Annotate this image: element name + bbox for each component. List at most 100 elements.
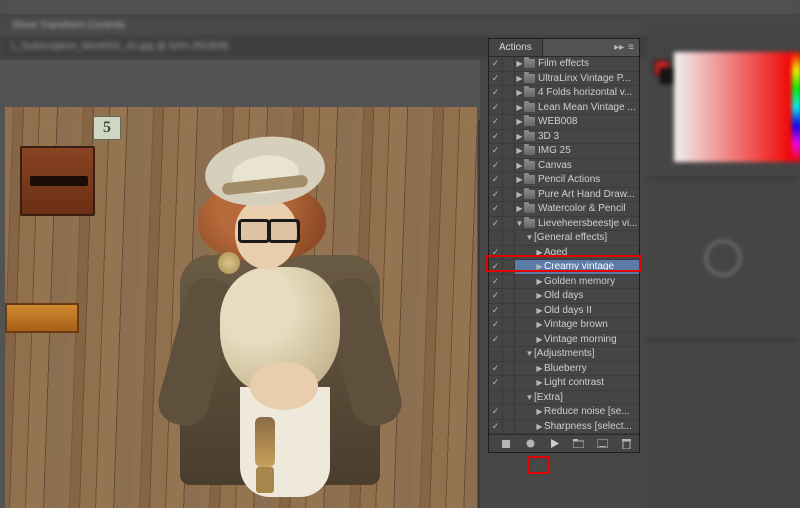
- action-modal-toggle[interactable]: [503, 318, 515, 332]
- twisty-closed-icon[interactable]: ▶: [515, 190, 524, 199]
- action-checkmark[interactable]: ✓: [489, 159, 503, 173]
- action-modal-toggle[interactable]: [503, 115, 515, 129]
- action-checkmark[interactable]: ✓: [489, 246, 503, 260]
- action-body[interactable]: ▶Film effects: [515, 57, 639, 71]
- twisty-open-icon[interactable]: ▼: [515, 219, 524, 228]
- action-checkmark[interactable]: ✓: [489, 362, 503, 376]
- action-checkmark[interactable]: ✓: [489, 217, 503, 231]
- action-modal-toggle[interactable]: [503, 391, 515, 405]
- actions-tab[interactable]: Actions: [489, 39, 543, 56]
- action-row[interactable]: ✓ ▶WEB008: [489, 115, 639, 130]
- action-row[interactable]: ✓▶Old days II: [489, 304, 639, 319]
- action-checkmark[interactable]: [489, 391, 503, 405]
- panel-menu-icon[interactable]: ≡: [628, 42, 634, 53]
- action-row[interactable]: ✓ ▶Blueberry: [489, 362, 639, 377]
- action-checkmark[interactable]: [489, 231, 503, 245]
- action-row[interactable]: ✓ ▶Film effects: [489, 57, 639, 72]
- action-modal-toggle[interactable]: [503, 202, 515, 216]
- canvas[interactable]: 5: [0, 60, 480, 508]
- action-checkmark[interactable]: ✓: [489, 57, 503, 71]
- action-body[interactable]: ▶Blueberry: [515, 362, 639, 376]
- action-checkmark[interactable]: ✓: [489, 115, 503, 129]
- action-row[interactable]: ✓ ▶3D 3: [489, 130, 639, 145]
- action-row[interactable]: ✓▶Pure Art Hand Draw...: [489, 188, 639, 203]
- action-row[interactable]: ✓ ▶Aged: [489, 246, 639, 261]
- action-row[interactable]: ✓ ▶Sharpness [select...: [489, 420, 639, 435]
- action-row[interactable]: ✓ ▶4 Folds horizontal v...: [489, 86, 639, 101]
- action-modal-toggle[interactable]: [503, 101, 515, 115]
- action-body[interactable]: ▶Vintage morning: [515, 333, 639, 347]
- action-row[interactable]: ▼[Extra]: [489, 391, 639, 406]
- action-checkmark[interactable]: ✓: [489, 130, 503, 144]
- actions-panel-menu-icons[interactable]: ▸▸ ≡: [609, 42, 639, 53]
- action-body[interactable]: ▶WEB008: [515, 115, 639, 129]
- action-body[interactable]: ▼[Extra]: [515, 391, 639, 405]
- twisty-open-icon[interactable]: ▼: [525, 233, 534, 242]
- action-checkmark[interactable]: ✓: [489, 304, 503, 318]
- action-checkmark[interactable]: ✓: [489, 376, 503, 390]
- scrollbar-vertical[interactable]: [478, 120, 480, 508]
- trash-button[interactable]: [619, 438, 633, 450]
- action-row[interactable]: ✓ ▶Light contrast: [489, 376, 639, 391]
- action-body[interactable]: ▶3D 3: [515, 130, 639, 144]
- action-modal-toggle[interactable]: [503, 130, 515, 144]
- action-body[interactable]: ▶Light contrast: [515, 376, 639, 390]
- twisty-closed-icon[interactable]: ▶: [515, 175, 524, 184]
- action-body[interactable]: ▶UltraLinx Vintage P...: [515, 72, 639, 86]
- action-body[interactable]: ▶Sharpness [select...: [515, 420, 639, 434]
- action-row[interactable]: ▼[Adjustments]: [489, 347, 639, 362]
- action-checkmark[interactable]: ✓: [489, 101, 503, 115]
- action-checkmark[interactable]: ✓: [489, 420, 503, 434]
- action-modal-toggle[interactable]: [503, 376, 515, 390]
- action-body[interactable]: ▶4 Folds horizontal v...: [515, 86, 639, 100]
- twisty-open-icon[interactable]: ▼: [525, 349, 534, 358]
- twisty-closed-icon[interactable]: ▶: [535, 407, 544, 416]
- action-body[interactable]: ▶Old days: [515, 289, 639, 303]
- action-row[interactable]: ✓▶Golden memory: [489, 275, 639, 290]
- action-body[interactable]: ▶Watercolor & Pencil: [515, 202, 639, 216]
- twisty-closed-icon[interactable]: ▶: [515, 88, 524, 97]
- action-modal-toggle[interactable]: [503, 260, 515, 274]
- action-body[interactable]: ▼[Adjustments]: [515, 347, 639, 361]
- action-body[interactable]: ▶Aged: [515, 246, 639, 260]
- twisty-closed-icon[interactable]: ▶: [515, 132, 524, 141]
- action-body[interactable]: ▼Lieveheersbeestje vi...: [515, 217, 639, 231]
- action-row[interactable]: ✓▶Pencil Actions: [489, 173, 639, 188]
- action-body[interactable]: ▼[General effects]: [515, 231, 639, 245]
- action-modal-toggle[interactable]: [503, 420, 515, 434]
- twisty-closed-icon[interactable]: ▶: [535, 320, 544, 329]
- action-modal-toggle[interactable]: [503, 231, 515, 245]
- action-checkmark[interactable]: ✓: [489, 202, 503, 216]
- action-modal-toggle[interactable]: [503, 173, 515, 187]
- action-checkmark[interactable]: ✓: [489, 72, 503, 86]
- twisty-closed-icon[interactable]: ▶: [535, 422, 544, 431]
- document-image[interactable]: 5: [5, 107, 477, 508]
- action-row[interactable]: ✓▶Lean Mean Vintage ...: [489, 101, 639, 116]
- action-modal-toggle[interactable]: [503, 144, 515, 158]
- twisty-closed-icon[interactable]: ▶: [535, 335, 544, 344]
- twisty-closed-icon[interactable]: ▶: [515, 204, 524, 213]
- action-modal-toggle[interactable]: [503, 275, 515, 289]
- record-button[interactable]: [523, 438, 537, 450]
- action-body[interactable]: ▶Vintage brown: [515, 318, 639, 332]
- action-body[interactable]: ▶Canvas: [515, 159, 639, 173]
- twisty-closed-icon[interactable]: ▶: [535, 306, 544, 315]
- twisty-closed-icon[interactable]: ▶: [535, 277, 544, 286]
- twisty-closed-icon[interactable]: ▶: [535, 378, 544, 387]
- action-modal-toggle[interactable]: [503, 304, 515, 318]
- action-body[interactable]: ▶Golden memory: [515, 275, 639, 289]
- action-body[interactable]: ▶Pure Art Hand Draw...: [515, 188, 639, 202]
- action-row[interactable]: ✓▶Vintage brown: [489, 318, 639, 333]
- stop-button[interactable]: [499, 438, 513, 450]
- twisty-closed-icon[interactable]: ▶: [515, 74, 524, 83]
- action-body[interactable]: ▶Creamy vintage: [515, 260, 639, 274]
- action-modal-toggle[interactable]: [503, 246, 515, 260]
- twisty-closed-icon[interactable]: ▶: [535, 262, 544, 271]
- action-row[interactable]: ✓ ▶Watercolor & Pencil: [489, 202, 639, 217]
- action-modal-toggle[interactable]: [503, 57, 515, 71]
- action-checkmark[interactable]: ✓: [489, 86, 503, 100]
- action-modal-toggle[interactable]: [503, 159, 515, 173]
- action-row[interactable]: ✓ ▶Canvas: [489, 159, 639, 174]
- action-row[interactable]: ✓▶IMG 25: [489, 144, 639, 159]
- twisty-closed-icon[interactable]: ▶: [515, 103, 524, 112]
